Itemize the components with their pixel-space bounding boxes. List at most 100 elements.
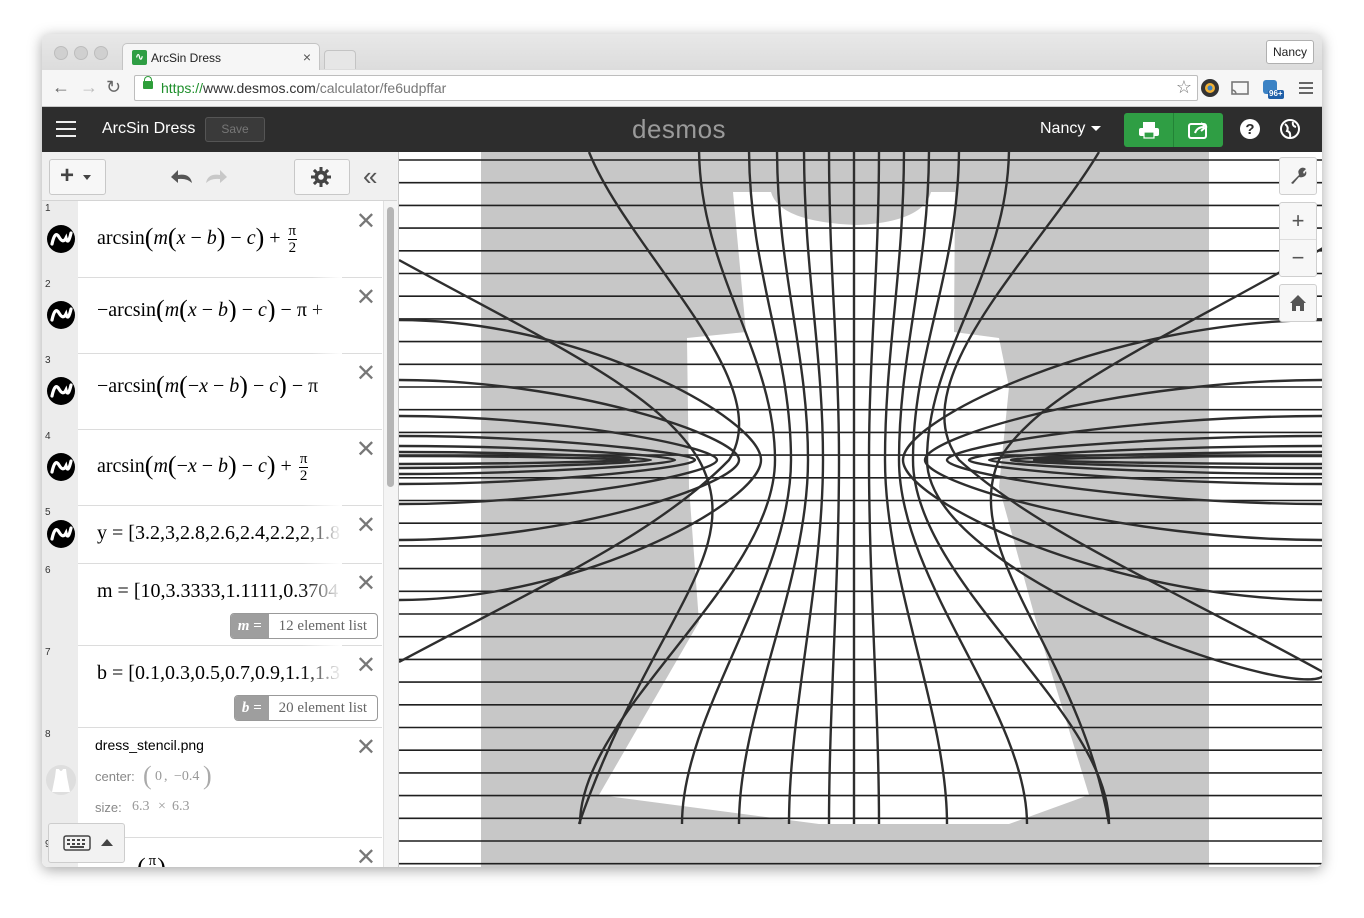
print-button[interactable] <box>1124 113 1173 147</box>
expression-row-6[interactable]: 6 m = [10,3.3333,1.1111,0.3704 m = 12 ele… <box>42 563 382 646</box>
zoom-out-button[interactable]: − <box>1280 240 1316 276</box>
delete-expression-icon[interactable]: ✕ <box>356 437 376 461</box>
address-bar[interactable]: https://www.desmos.com/calculator/fe6udp… <box>134 75 1198 101</box>
graph-color-icon[interactable] <box>47 225 75 253</box>
save-button[interactable]: Save <box>205 117 265 142</box>
browser-menu-icon[interactable] <box>1296 78 1316 98</box>
expression-row-1[interactable]: 1 arcsin(m(x − b) − c) + π2 ✕ <box>42 201 382 278</box>
hamburger-menu-icon[interactable] <box>56 121 76 137</box>
expression-row-8-image[interactable]: 8 dress_stencil.png center: ( 0 , −0.4 )… <box>42 727 382 838</box>
app-header: ArcSin Dress Save desmos Nancy ? <box>42 107 1322 152</box>
expression-row-4[interactable]: 4 arcsin(m(−x − b) − c) + π2 ✕ <box>42 429 382 506</box>
svg-text:?: ? <box>1245 121 1254 138</box>
share-icon <box>1188 122 1208 139</box>
zoom-window-button[interactable] <box>94 46 108 60</box>
phone-extension-icon[interactable]: 96+ <box>1260 78 1284 99</box>
image-thumbnail <box>46 765 76 795</box>
graph-paper[interactable]: + − <box>398 152 1322 867</box>
print-icon <box>1139 122 1159 139</box>
expression-math[interactable]: arcsin(m(−x − b) − c) + π2 <box>97 451 362 484</box>
redo-icon[interactable] <box>202 168 228 186</box>
close-window-button[interactable] <box>54 46 68 60</box>
user-menu[interactable]: Nancy <box>1040 120 1102 138</box>
center-x-value[interactable]: 0 <box>155 769 162 785</box>
settings-button[interactable] <box>294 159 350 195</box>
tab-title: ArcSin Dress <box>151 51 222 65</box>
dress-stencil-image <box>481 152 1209 867</box>
wrench-icon[interactable] <box>1280 158 1316 194</box>
bookmark-star-icon[interactable]: ☆ <box>1176 77 1192 98</box>
caret-up-icon <box>101 839 113 846</box>
delete-expression-icon[interactable]: ✕ <box>356 735 376 759</box>
home-view-button[interactable] <box>1279 284 1317 322</box>
delete-expression-icon[interactable]: ✕ <box>356 845 376 867</box>
graph-title[interactable]: ArcSin Dress <box>102 120 195 138</box>
expression-toolbar: + « <box>42 152 397 201</box>
forward-arrow-icon[interactable]: → <box>80 77 98 97</box>
home-icon[interactable] <box>1280 285 1316 321</box>
browser-tab[interactable]: ∿ ArcSin Dress × <box>122 43 320 71</box>
zoom-controls: + − <box>1279 202 1317 277</box>
delete-expression-icon[interactable]: ✕ <box>356 653 376 677</box>
center-label: center: <box>95 769 135 784</box>
undo-icon[interactable] <box>170 168 196 186</box>
language-globe-icon[interactable] <box>1279 118 1301 140</box>
profile-button[interactable]: Nancy <box>1265 40 1314 64</box>
browser-toolbar: ← → ↻ https://www.desmos.com/calculator/… <box>42 70 1322 107</box>
center-y-value[interactable]: −0.4 <box>174 769 199 785</box>
new-tab-button[interactable] <box>324 50 356 69</box>
expression-math[interactable]: (π2) <box>137 853 287 867</box>
share-group <box>1124 113 1223 147</box>
delete-expression-icon[interactable]: ✕ <box>356 571 376 595</box>
browser-window: ∿ ArcSin Dress × Nancy ← → ↻ https://www… <box>42 34 1322 867</box>
minimize-window-button[interactable] <box>74 46 88 60</box>
user-name: Nancy <box>1040 120 1086 137</box>
delete-expression-icon[interactable]: ✕ <box>356 209 376 233</box>
caret-down-icon <box>83 175 91 180</box>
expression-row-7[interactable]: 7 b = [0.1,0.3,0.5,0.7,0.9,1.1,1.3 b = 20… <box>42 645 382 728</box>
help-icon[interactable]: ? <box>1239 118 1261 140</box>
desmos-logo: desmos <box>632 114 727 144</box>
graph-canvas[interactable] <box>399 152 1322 867</box>
plus-icon: + <box>60 162 75 189</box>
expression-panel: + « 1 arcsin(m(x − b) − c) + π2 ✕ 2 −arc… <box>42 152 398 867</box>
collapse-panel-icon[interactable]: « <box>363 161 377 192</box>
delete-expression-icon[interactable]: ✕ <box>356 361 376 385</box>
desmos-favicon-icon: ∿ <box>132 50 147 65</box>
size-width-value[interactable]: 6.3 <box>132 799 150 815</box>
tab-strip: ∿ ArcSin Dress × Nancy <box>42 34 1322 71</box>
color-extension-icon[interactable] <box>1200 78 1220 98</box>
delete-expression-icon[interactable]: ✕ <box>356 513 376 537</box>
list-length-badge: b = 20 element list <box>233 695 378 721</box>
tab-close-icon[interactable]: × <box>303 49 311 65</box>
graph-color-icon[interactable] <box>47 301 75 329</box>
graph-color-icon[interactable] <box>47 377 75 405</box>
expression-math[interactable]: arcsin(m(x − b) − c) + π2 <box>97 223 362 256</box>
back-arrow-icon[interactable]: ← <box>52 77 70 97</box>
size-label: size: <box>95 800 122 815</box>
expression-scrollbar[interactable] <box>383 201 398 867</box>
delete-expression-icon[interactable]: ✕ <box>356 285 376 309</box>
list-length-badge: m = 12 element list <box>229 613 378 639</box>
url-text: https://www.desmos.com/calculator/fe6udp… <box>161 80 447 96</box>
extension-badge: 96+ <box>1269 89 1283 98</box>
expression-list: 1 arcsin(m(x − b) − c) + π2 ✕ 2 −arcsin(… <box>42 201 382 867</box>
graph-color-icon[interactable] <box>47 453 75 481</box>
lock-icon <box>143 76 153 89</box>
image-filename[interactable]: dress_stencil.png <box>95 737 204 753</box>
caret-down-icon <box>1091 126 1102 132</box>
add-item-button[interactable]: + <box>49 159 106 195</box>
expression-row-2[interactable]: 2 −arcsin(m(x − b) − c) − π + ✕ <box>42 277 382 354</box>
keypad-toggle-button[interactable] <box>48 823 125 863</box>
gear-icon <box>311 167 331 187</box>
expression-row-5[interactable]: 5 y = [3.2,3,2.8,2.6,2.4,2.2,2,1.8 ✕ <box>42 505 382 564</box>
graph-settings-button[interactable] <box>1279 157 1317 195</box>
graph-color-icon[interactable] <box>47 520 75 548</box>
reload-icon[interactable]: ↻ <box>106 77 121 97</box>
keyboard-icon <box>63 835 91 851</box>
expression-row-3[interactable]: 3 −arcsin(m(−x − b) − c) − π ✕ <box>42 353 382 430</box>
share-button[interactable] <box>1174 113 1223 147</box>
zoom-in-button[interactable]: + <box>1280 203 1316 240</box>
size-height-value[interactable]: 6.3 <box>172 799 190 815</box>
cast-icon[interactable] <box>1230 78 1250 98</box>
